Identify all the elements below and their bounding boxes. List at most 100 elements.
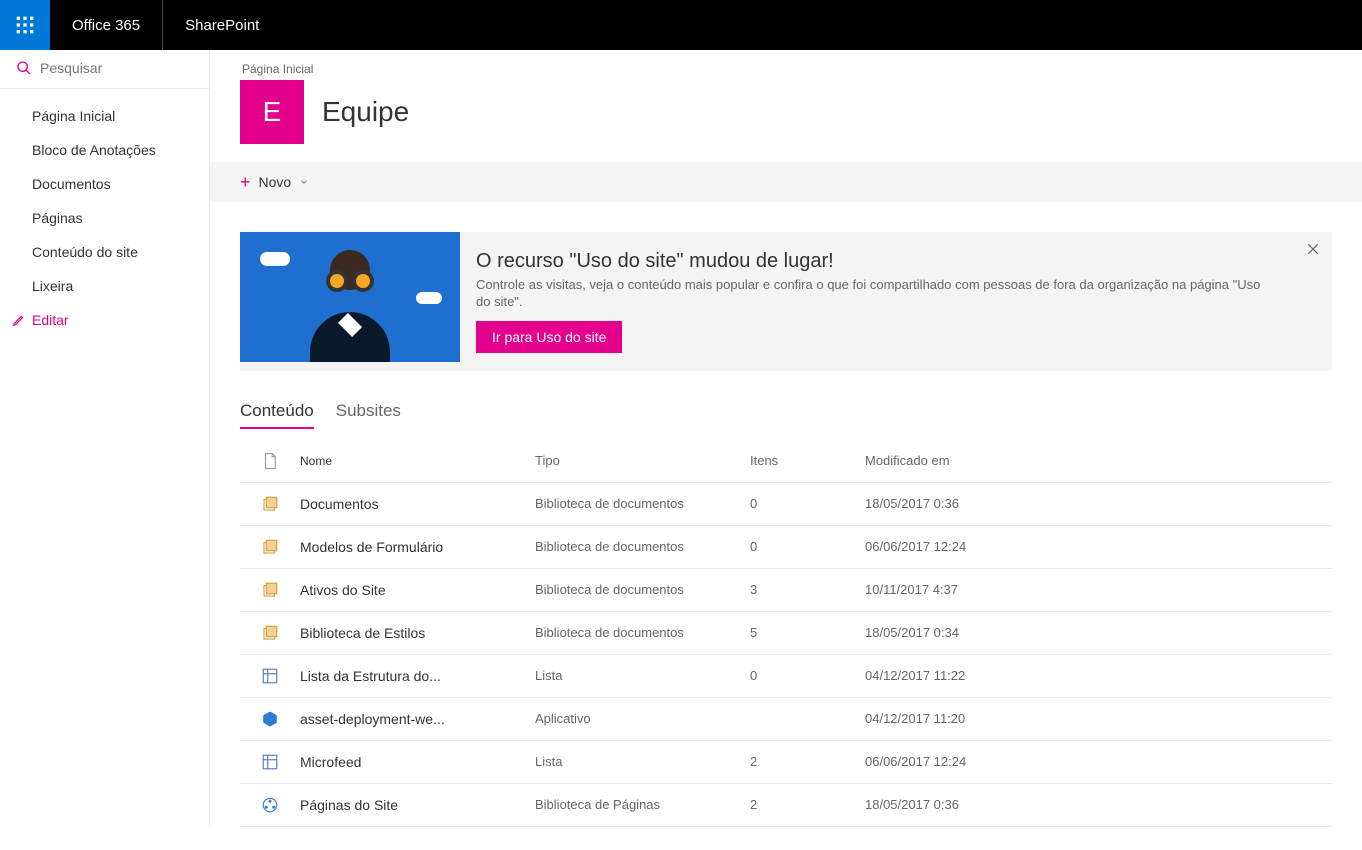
command-bar: + Novo — [210, 162, 1362, 202]
row-type: Lista — [535, 754, 750, 769]
row-name[interactable]: Ativos do Site — [300, 582, 535, 598]
col-header-icon — [240, 452, 300, 470]
row-icon — [240, 796, 300, 814]
row-type: Biblioteca de documentos — [535, 582, 750, 597]
col-header-items[interactable]: Itens — [750, 453, 865, 468]
row-items: 0 — [750, 668, 865, 683]
row-name[interactable]: Documentos — [300, 496, 535, 512]
search-box[interactable] — [0, 50, 209, 89]
row-icon — [240, 753, 300, 771]
grid-header: Nome Tipo Itens Modificado em — [240, 440, 1332, 483]
new-button[interactable]: + Novo — [240, 173, 309, 191]
nav-item-pages[interactable]: Páginas — [0, 201, 209, 235]
sidebar: Página Inicial Bloco de Anotações Docume… — [0, 50, 210, 827]
search-icon — [16, 60, 32, 76]
row-icon — [240, 624, 300, 642]
new-button-label: Novo — [259, 174, 292, 190]
row-items: 2 — [750, 754, 865, 769]
site-usage-banner: O recurso "Uso do site" mudou de lugar! … — [240, 232, 1332, 371]
app-launcher-button[interactable] — [0, 0, 50, 50]
nav-item-documents[interactable]: Documentos — [0, 167, 209, 201]
table-row[interactable]: Páginas do SiteBiblioteca de Páginas218/… — [240, 784, 1332, 827]
list-icon — [261, 753, 279, 771]
row-icon — [240, 667, 300, 685]
tab-subsites[interactable]: Subsites — [336, 401, 401, 429]
row-modified: 18/05/2017 0:36 — [865, 496, 1332, 511]
row-name[interactable]: Modelos de Formulário — [300, 539, 535, 555]
nav-item-recycle[interactable]: Lixeira — [0, 269, 209, 303]
row-modified: 04/12/2017 11:22 — [865, 668, 1332, 683]
col-header-modified[interactable]: Modificado em — [865, 453, 1332, 468]
page-title: Equipe — [322, 96, 409, 128]
breadcrumb[interactable]: Página Inicial — [240, 62, 1362, 76]
table-row[interactable]: Ativos do SiteBiblioteca de documentos31… — [240, 569, 1332, 612]
document-library-icon — [261, 538, 279, 556]
nav-edit-link[interactable]: Editar — [0, 303, 209, 337]
banner-illustration — [240, 232, 460, 362]
table-row[interactable]: Modelos de FormulárioBiblioteca de docum… — [240, 526, 1332, 569]
row-name[interactable]: Microfeed — [300, 754, 535, 770]
top-bar: Office 365 SharePoint — [0, 0, 1362, 50]
row-name[interactable]: Lista da Estrutura do... — [300, 668, 535, 684]
row-name[interactable]: Biblioteca de Estilos — [300, 625, 535, 641]
go-to-site-usage-button[interactable]: Ir para Uso do site — [476, 321, 622, 353]
row-modified: 18/05/2017 0:34 — [865, 625, 1332, 640]
row-modified: 04/12/2017 11:20 — [865, 711, 1332, 726]
search-input[interactable] — [40, 60, 195, 76]
row-name[interactable]: asset-deployment-we... — [300, 711, 535, 727]
site-logo: E — [240, 80, 304, 144]
app-icon — [261, 710, 279, 728]
row-type: Biblioteca de documentos — [535, 539, 750, 554]
row-modified: 06/06/2017 12:24 — [865, 754, 1332, 769]
waffle-icon — [15, 15, 35, 35]
row-type: Biblioteca de Páginas — [535, 797, 750, 812]
col-header-type[interactable]: Tipo — [535, 453, 750, 468]
pencil-icon — [12, 313, 26, 327]
row-icon — [240, 495, 300, 513]
nav-item-site-content[interactable]: Conteúdo do site — [0, 235, 209, 269]
row-type: Aplicativo — [535, 711, 750, 726]
list-icon — [261, 667, 279, 685]
banner-title: O recurso "Uso do site" mudou de lugar! — [476, 250, 1272, 273]
plus-icon: + — [240, 173, 251, 191]
row-modified: 10/11/2017 4:37 — [865, 582, 1332, 597]
main: Página Inicial E Equipe + Novo O — [210, 50, 1362, 827]
col-header-name[interactable]: Nome — [300, 454, 535, 468]
document-library-icon — [261, 581, 279, 599]
row-type: Biblioteca de documentos — [535, 496, 750, 511]
close-icon — [1306, 242, 1320, 256]
page-header: Página Inicial E Equipe — [210, 50, 1362, 162]
row-type: Lista — [535, 668, 750, 683]
table-row[interactable]: Biblioteca de EstilosBiblioteca de docum… — [240, 612, 1332, 655]
row-name[interactable]: Páginas do Site — [300, 797, 535, 813]
document-library-icon — [261, 624, 279, 642]
table-row[interactable]: Lista da Estrutura do...Lista004/12/2017… — [240, 655, 1332, 698]
row-icon — [240, 710, 300, 728]
tab-content[interactable]: Conteúdo — [240, 401, 314, 429]
nav-item-home[interactable]: Página Inicial — [0, 99, 209, 133]
table-row[interactable]: asset-deployment-we...Aplicativo 04/12/20… — [240, 698, 1332, 741]
row-items: 2 — [750, 797, 865, 812]
nav: Página Inicial Bloco de Anotações Docume… — [0, 89, 209, 347]
banner-close-button[interactable] — [1306, 242, 1320, 261]
table-row[interactable]: MicrofeedLista206/06/2017 12:24 — [240, 741, 1332, 784]
tabs: Conteúdo Subsites — [240, 401, 1332, 430]
table-row[interactable]: DocumentosBiblioteca de documentos018/05… — [240, 483, 1332, 526]
chevron-down-icon — [299, 174, 309, 190]
row-modified: 06/06/2017 12:24 — [865, 539, 1332, 554]
row-items: 0 — [750, 539, 865, 554]
site-pages-icon — [261, 796, 279, 814]
brand-link[interactable]: Office 365 — [50, 0, 163, 50]
content-grid: Nome Tipo Itens Modificado em Documentos… — [240, 440, 1332, 827]
nav-edit-label: Editar — [32, 312, 69, 328]
nav-item-notebook[interactable]: Bloco de Anotações — [0, 133, 209, 167]
document-library-icon — [261, 495, 279, 513]
row-modified: 18/05/2017 0:36 — [865, 797, 1332, 812]
row-type: Biblioteca de documentos — [535, 625, 750, 640]
app-name-link[interactable]: SharePoint — [163, 17, 281, 34]
row-items: 3 — [750, 582, 865, 597]
row-icon — [240, 538, 300, 556]
row-icon — [240, 581, 300, 599]
banner-text: Controle as visitas, veja o conteúdo mai… — [476, 277, 1272, 311]
row-items: 0 — [750, 496, 865, 511]
